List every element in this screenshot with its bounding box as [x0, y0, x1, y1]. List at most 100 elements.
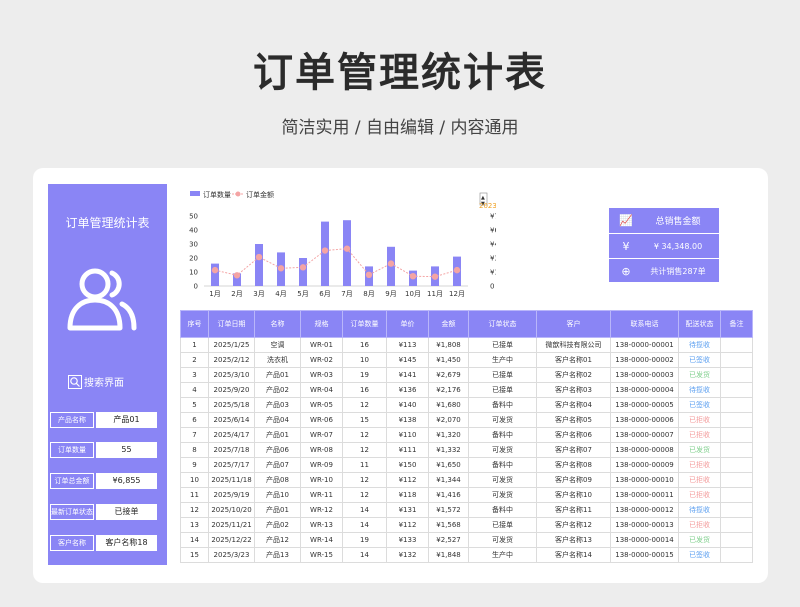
amount-point	[211, 266, 219, 274]
table-cell: 客户名称11	[536, 502, 611, 518]
column-header[interactable]: 规格	[300, 310, 343, 338]
column-header[interactable]: 客户	[536, 310, 611, 338]
table-cell: WR-14	[300, 532, 343, 548]
table-cell: 16	[342, 382, 387, 398]
kpi-amount-row: ¥ ¥ 34,348.00	[609, 233, 719, 258]
table-cell: 13	[180, 517, 209, 533]
table-cell: 已接单	[468, 367, 537, 383]
table-cell: 产品12	[254, 532, 301, 548]
table-cell: ¥1,344	[428, 472, 469, 488]
field-label: 客户名称	[50, 535, 94, 551]
table-cell: ¥1,320	[428, 427, 469, 443]
table-cell: 138-0000-00015	[610, 547, 679, 563]
table-cell: WR-06	[300, 412, 343, 428]
table-cell: 2025/3/23	[208, 547, 255, 563]
table-cell: 8	[180, 442, 209, 458]
table-cell: ¥1,848	[428, 547, 469, 563]
table-cell: 产品02	[254, 382, 301, 398]
sidebar-title: 订单管理统计表	[65, 216, 150, 230]
table-row[interactable]: 3 2025/3/10 产品01 WR-03 19 ¥141 ¥2,679 已接单 客户名称02…	[180, 367, 753, 383]
table-row[interactable]: 4 2025/9/20 产品02 WR-04 16 ¥136 ¥2,176 已接单 客户名称03…	[180, 382, 753, 398]
orders-table: 序号 订单日期 名称 规格 订单数量 单价 金额 订单状态 客户 联系电话 配送状态 备注 1 2025…	[180, 310, 753, 563]
table-cell: 已接单	[468, 517, 537, 533]
table-cell: 客户名称03	[536, 382, 611, 398]
column-header[interactable]: 订单状态	[468, 310, 537, 338]
table-row[interactable]: 2 2025/2/12 洗衣机 WR-02 10 ¥145 ¥1,450 生产中 客户名称01 1…	[180, 352, 753, 368]
column-header[interactable]: 金额	[428, 310, 469, 338]
field-label: 订单数量	[50, 442, 94, 458]
table-cell: 产品02	[254, 517, 301, 533]
column-header[interactable]: 名称	[254, 310, 301, 338]
table-row[interactable]: 11 2025/9/19 产品10 WR-11 12 ¥118 ¥1,416 可发货 客户名称1…	[180, 487, 753, 503]
table-header-row: 序号 订单日期 名称 规格 订单数量 单价 金额 订单状态 客户 联系电话 配送状态 备注	[180, 310, 753, 338]
column-header[interactable]: 备注	[720, 310, 753, 338]
table-cell: 客户名称05	[536, 412, 611, 428]
table-cell: 客户名称14	[536, 547, 611, 563]
table-cell: 可发货	[468, 472, 537, 488]
kpi-title-row: 📈 总销售金额	[609, 208, 719, 232]
table-cell: 已接单	[468, 382, 537, 398]
table-cell	[720, 517, 753, 533]
table-cell: 产品06	[254, 442, 301, 458]
table-row[interactable]: 7 2025/4/17 产品01 WR-07 12 ¥110 ¥1,320 备料中 客户名称06…	[180, 427, 753, 443]
table-cell: 138-0000-00013	[610, 517, 679, 533]
table-cell: 2025/5/18	[208, 397, 255, 413]
table-row[interactable]: 9 2025/7/17 产品07 WR-09 11 ¥150 ¥1,650 备料中 客户名称08…	[180, 457, 753, 473]
table-row[interactable]: 14 2025/12/22 产品12 WR-14 19 ¥133 ¥2,527 可发货 客户名称…	[180, 532, 753, 548]
table-cell	[720, 472, 753, 488]
table-cell	[720, 412, 753, 428]
column-header[interactable]: 配送状态	[678, 310, 721, 338]
table-cell: 14	[180, 532, 209, 548]
table-cell: ¥1,680	[428, 397, 469, 413]
field-order-total: 订单总金额 ¥6,855	[48, 473, 167, 489]
table-cell: ¥140	[386, 397, 429, 413]
table-row[interactable]: 1 2025/1/25 空调 WR-01 16 ¥113 ¥1,808 已接单 微歆科技有限公司…	[180, 337, 753, 353]
table-cell: 19	[342, 367, 387, 383]
table-cell: 12	[342, 427, 387, 443]
table-cell: 待揽收	[678, 337, 721, 353]
field-product-name: 产品名称 产品01	[48, 412, 167, 428]
table-cell: ¥1,650	[428, 457, 469, 473]
field-label: 产品名称	[50, 412, 94, 428]
table-cell: 2025/11/21	[208, 517, 255, 533]
table-row[interactable]: 12 2025/10/20 产品01 WR-12 14 ¥131 ¥1,572 备料中 客户名称…	[180, 502, 753, 518]
table-cell: ¥111	[386, 442, 429, 458]
kpi-amount: ¥ 34,348.00	[653, 241, 703, 251]
table-row[interactable]: 15 2025/3/23 产品13 WR-15 14 ¥132 ¥1,848 生产中 客户名称1…	[180, 547, 753, 563]
table-cell	[720, 397, 753, 413]
table-cell: ¥113	[386, 337, 429, 353]
product-name-value[interactable]: 产品01	[96, 412, 157, 428]
x-tick-label: 12月	[449, 290, 465, 298]
table-row[interactable]: 13 2025/11/21 产品02 WR-13 14 ¥112 ¥1,568 已接单 客户名称…	[180, 517, 753, 533]
table-cell: WR-10	[300, 472, 343, 488]
table-row[interactable]: 5 2025/5/18 产品03 WR-05 12 ¥140 ¥1,680 备料中 客户名称04…	[180, 397, 753, 413]
column-header[interactable]: 订单数量	[342, 310, 387, 338]
table-cell: 138-0000-00006	[610, 412, 679, 428]
table-cell: 2025/9/19	[208, 487, 255, 503]
page-subtitle: 简洁实用 / 自由编辑 / 内容通用	[281, 118, 519, 138]
table-cell: ¥1,450	[428, 352, 469, 368]
column-header[interactable]: 序号	[180, 310, 209, 338]
column-header[interactable]: 单价	[386, 310, 429, 338]
x-tick-label: 4月	[275, 290, 286, 298]
table-cell	[720, 337, 753, 353]
table-cell: 2025/9/20	[208, 382, 255, 398]
table-cell: 12	[342, 442, 387, 458]
y-tick-left: 50	[189, 213, 198, 221]
table-row[interactable]: 6 2025/6/14 产品04 WR-06 15 ¥138 ¥2,070 可发货 客户名称05…	[180, 412, 753, 428]
search-button[interactable]: 搜索界面	[68, 374, 124, 389]
table-cell: 产品03	[254, 397, 301, 413]
column-header[interactable]: 订单日期	[208, 310, 255, 338]
y-tick-left: 40	[189, 227, 198, 235]
table-row[interactable]: 10 2025/11/18 产品08 WR-10 12 ¥112 ¥1,344 可发货 客户名称…	[180, 472, 753, 488]
table-cell: 138-0000-00012	[610, 502, 679, 518]
x-tick-label: 9月	[385, 290, 396, 298]
y-tick-right: ¥7,500	[490, 213, 496, 221]
column-header[interactable]: 联系电话	[610, 310, 679, 338]
table-cell: 4	[180, 382, 209, 398]
table-cell: 产品01	[254, 427, 301, 443]
table-row[interactable]: 8 2025/7/18 产品06 WR-08 12 ¥111 ¥1,332 可发货 客户名称07…	[180, 442, 753, 458]
x-tick-label: 8月	[363, 290, 374, 298]
table-cell: 138-0000-00002	[610, 352, 679, 368]
table-cell: 可发货	[468, 442, 537, 458]
